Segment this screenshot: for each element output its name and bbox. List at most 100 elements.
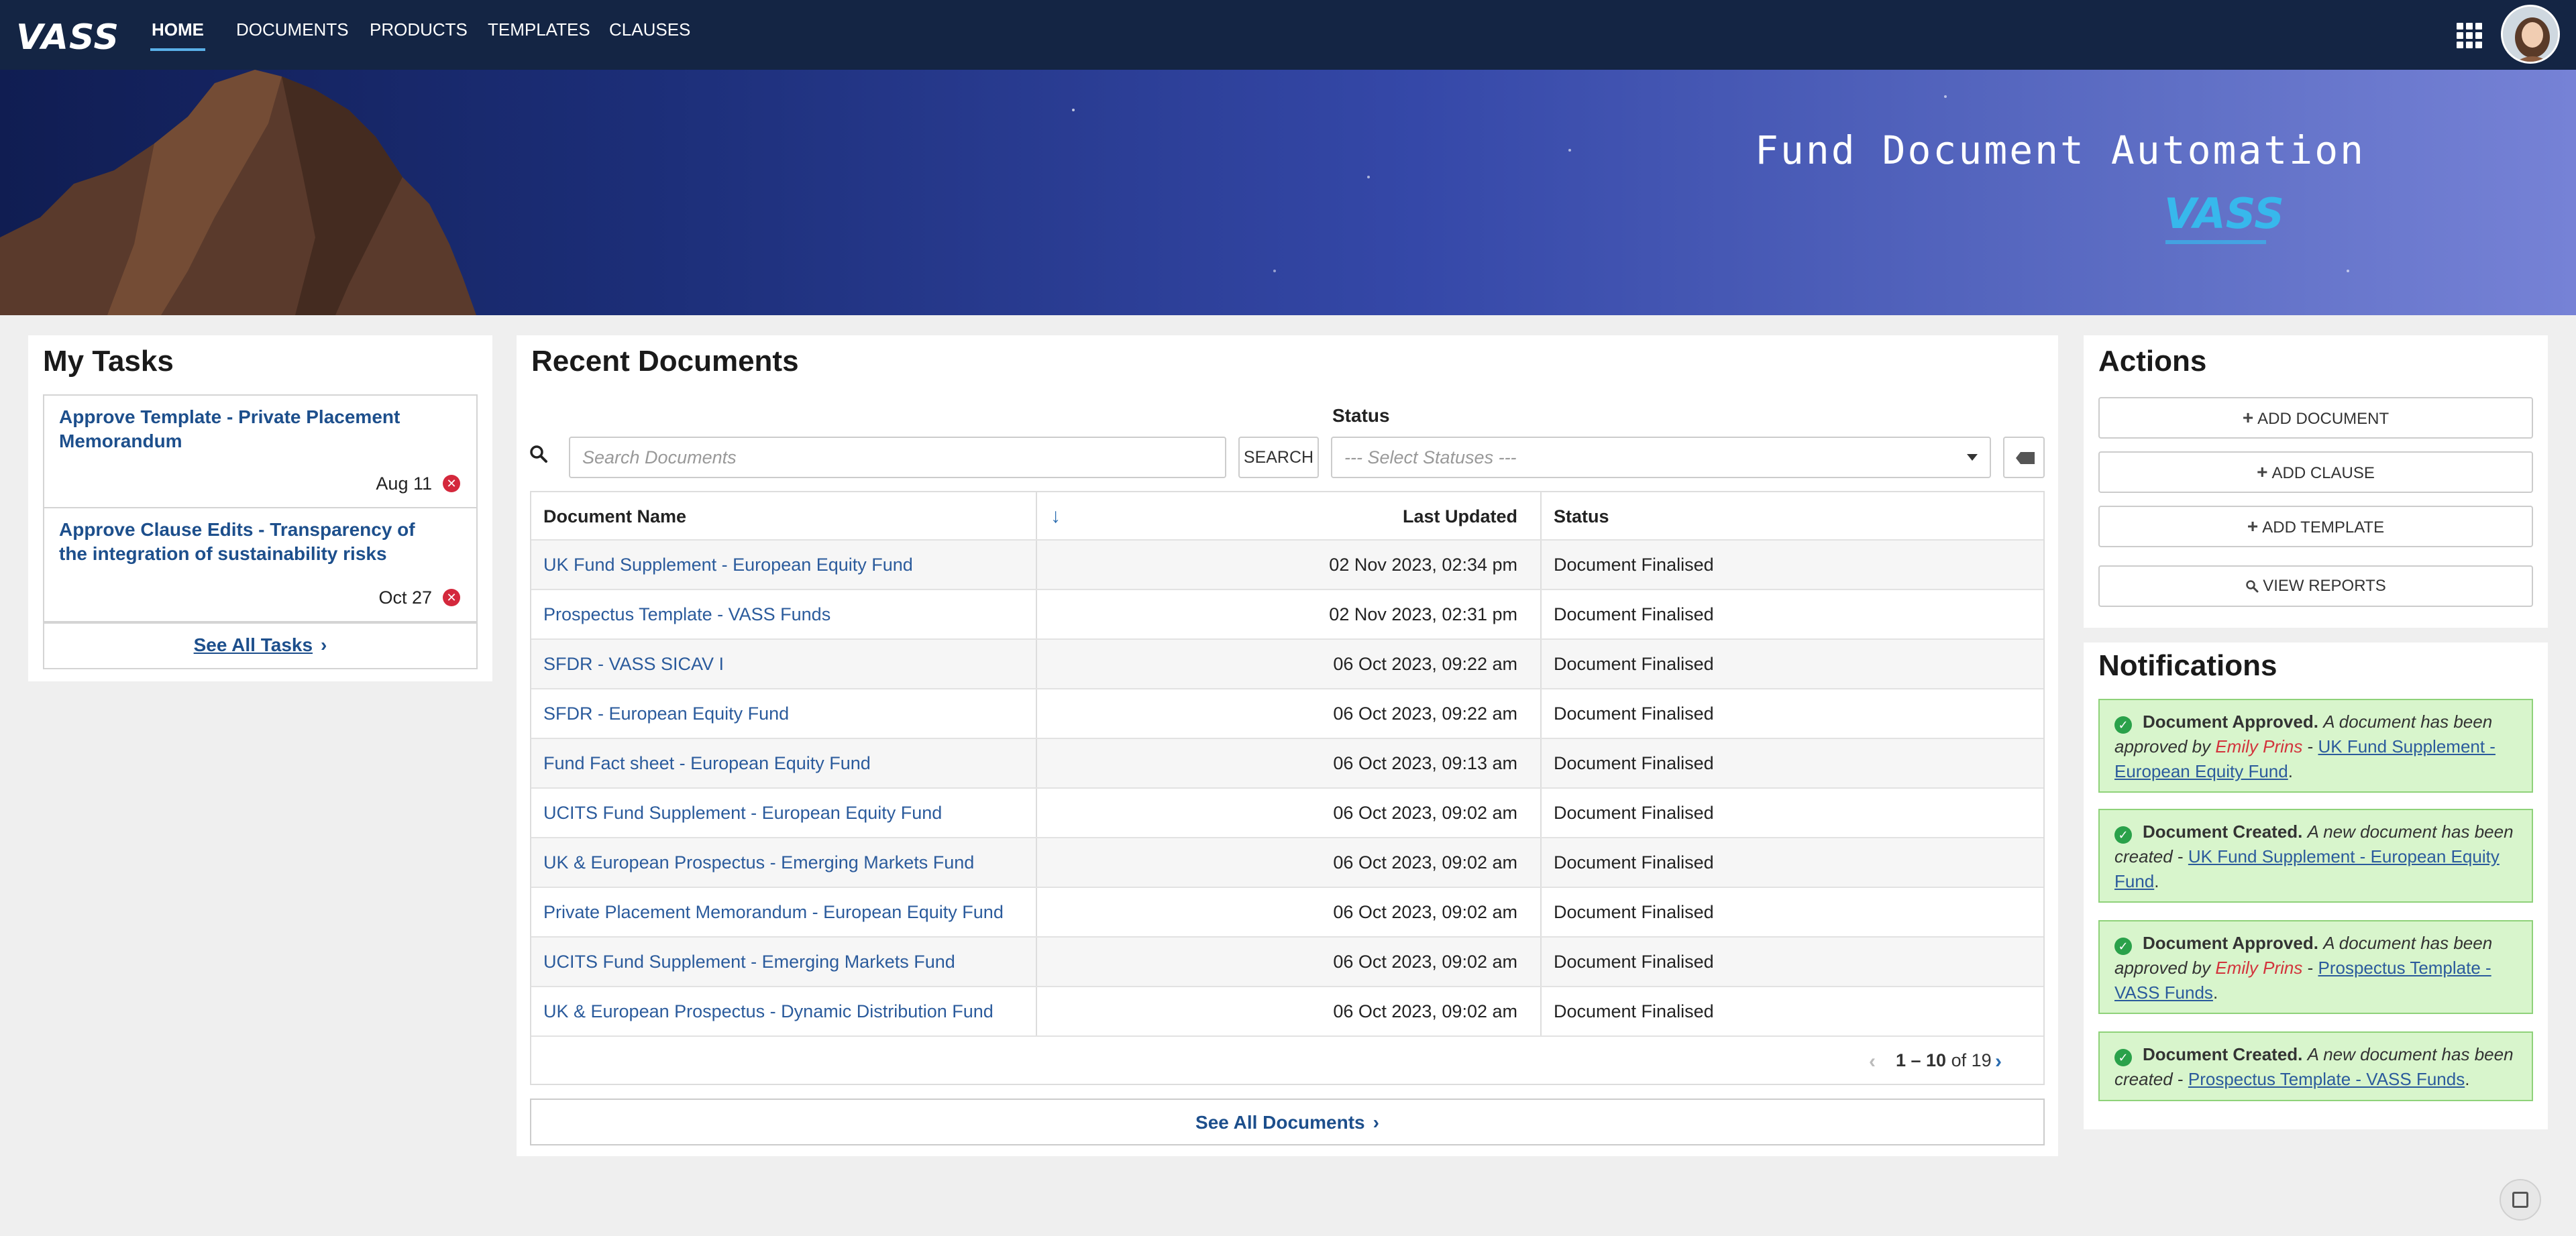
banner-title: Fund Document Automation [1755,127,2366,173]
search-icon [530,445,547,463]
document-link[interactable]: UK Fund Supplement - European Equity Fun… [543,555,913,575]
search-documents-input[interactable] [569,437,1226,478]
notification-document-link[interactable]: Prospectus Template - VASS Funds [2188,1069,2465,1089]
nav-clauses[interactable]: CLAUSES [609,19,690,40]
notification-document-link[interactable]: UK Fund Supplement - European Equity Fun… [2114,846,2500,891]
notification-heading: Document Approved. [2143,712,2318,732]
table-row[interactable]: Private Placement Memorandum - European … [531,888,2043,938]
column-header-status[interactable]: Status [1540,492,2045,539]
notification-heading: Document Created. [2143,1044,2303,1064]
page-total: 19 [1971,1050,1992,1070]
column-header-document-name[interactable]: Document Name [543,492,1026,539]
status-cell: Document Finalised [1540,838,2045,887]
last-updated-cell: 06 Oct 2023, 09:02 am [1036,838,1529,887]
user-avatar[interactable] [2501,5,2560,64]
nav-home[interactable]: HOME [152,19,204,40]
status-cell: Document Finalised [1540,541,2045,589]
table-row[interactable]: UK & European Prospectus - Dynamic Distr… [531,987,2043,1037]
see-all-documents-button[interactable]: See All Documents › [530,1099,2045,1145]
add-template-button[interactable]: + ADD TEMPLATE [2098,506,2533,547]
document-link[interactable]: SFDR - European Equity Fund [543,704,789,724]
cursor-select-icon [2512,1192,2528,1208]
table-row[interactable]: UCITS Fund Supplement - European Equity … [531,789,2043,838]
pagination-summary: 1 – 10 of 19 [1896,1050,1992,1071]
status-cell: Document Finalised [1540,938,2045,986]
notification-item: ✓ Document Approved. A document has been … [2098,920,2533,1014]
document-link[interactable]: UK & European Prospectus - Dynamic Distr… [543,1001,994,1021]
status-filter-placeholder: --- Select Statuses --- [1344,447,1517,467]
last-updated-cell: 06 Oct 2023, 09:22 am [1036,689,1529,738]
status-filter-label: Status [1332,405,1390,426]
check-circle-icon: ✓ [2114,826,2132,844]
banner-logo-tagline [2165,240,2266,244]
see-all-documents-label[interactable]: See All Documents [1195,1112,1365,1133]
nav-templates[interactable]: TEMPLATES [488,19,590,40]
task-date: Aug 11 [376,473,432,494]
recent-documents-title: Recent Documents [531,345,799,378]
nav-documents[interactable]: DOCUMENTS [236,19,349,40]
table-row[interactable]: Prospectus Template - VASS Funds 02 Nov … [531,590,2043,640]
document-link[interactable]: Private Placement Memorandum - European … [543,902,1004,922]
apps-grid-icon[interactable] [2457,23,2482,48]
see-all-tasks-label[interactable]: See All Tasks [194,634,313,655]
notification-separator: - [2307,958,2314,978]
status-cell: Document Finalised [1540,789,2045,837]
column-header-last-updated[interactable]: Last Updated [1036,492,1529,539]
table-row[interactable]: SFDR - VASS SICAV I 06 Oct 2023, 09:22 a… [531,640,2043,689]
chevron-right-icon: › [1373,1112,1379,1133]
nav-products[interactable]: PRODUCTS [370,19,468,40]
chevron-right-icon: › [321,634,327,655]
search-icon [2246,580,2259,593]
status-cell: Document Finalised [1540,987,2045,1035]
add-template-label: ADD TEMPLATE [2262,518,2385,537]
view-reports-label: VIEW REPORTS [2263,577,2386,595]
table-row[interactable]: SFDR - European Equity Fund 06 Oct 2023,… [531,689,2043,739]
task-item[interactable]: Approve Clause Edits - Transparency of t… [43,507,478,622]
vass-logo[interactable]: VASS [16,17,119,58]
add-document-label: ADD DOCUMENT [2257,410,2390,428]
status-cell: Document Finalised [1540,689,2045,738]
document-link[interactable]: UCITS Fund Supplement - European Equity … [543,803,942,823]
actions-title: Actions [2098,345,2207,378]
clear-filter-button[interactable] [2003,437,2045,478]
table-row[interactable]: UCITS Fund Supplement - Emerging Markets… [531,938,2043,987]
notification-user[interactable]: Emily Prins [2215,736,2302,756]
banner-vass-logo: VASS [2164,189,2284,238]
table-row[interactable]: UK Fund Supplement - European Equity Fun… [531,541,2043,590]
documents-table: Document Name ↓ Last Updated Status UK F… [530,491,2045,1085]
document-link[interactable]: UK & European Prospectus - Emerging Mark… [543,852,974,873]
status-filter-select[interactable]: --- Select Statuses --- [1331,437,1991,478]
notification-user[interactable]: Emily Prins [2215,958,2302,978]
last-updated-cell: 02 Nov 2023, 02:34 pm [1036,541,1529,589]
table-row[interactable]: UK & European Prospectus - Emerging Mark… [531,838,2043,888]
table-header-row: Document Name ↓ Last Updated Status [531,492,2043,541]
page-of-label: of [1951,1050,1967,1070]
document-link[interactable]: SFDR - VASS SICAV I [543,654,724,674]
check-circle-icon: ✓ [2114,716,2132,734]
close-icon[interactable]: ✕ [443,589,460,606]
notification-separator: - [2177,1069,2184,1089]
plus-icon: + [2257,461,2268,482]
floating-select-button[interactable] [2500,1179,2541,1221]
chevron-right-icon[interactable]: › [1995,1050,2002,1073]
search-button[interactable]: SEARCH [1238,437,1319,478]
notification-item: ✓ Document Created. A new document has be… [2098,809,2533,903]
see-all-tasks-row[interactable]: See All Tasks › [43,622,478,669]
see-all-tasks-link[interactable]: See All Tasks › [44,634,476,656]
chevron-left-icon[interactable]: ‹ [1869,1050,1876,1073]
close-icon[interactable]: ✕ [443,475,460,492]
task-title[interactable]: Approve Template - Private Placement Mem… [59,405,435,453]
document-link[interactable]: Fund Fact sheet - European Equity Fund [543,753,871,773]
add-clause-button[interactable]: + ADD CLAUSE [2098,451,2533,493]
document-link[interactable]: Prospectus Template - VASS Funds [543,604,830,624]
task-item[interactable]: Approve Template - Private Placement Mem… [43,394,478,508]
table-row[interactable]: Fund Fact sheet - European Equity Fund 0… [531,739,2043,789]
my-tasks-title: My Tasks [43,345,174,378]
document-link[interactable]: UCITS Fund Supplement - Emerging Markets… [543,952,955,972]
view-reports-button[interactable]: VIEW REPORTS [2098,565,2533,607]
notification-heading: Document Created. [2143,822,2303,842]
last-updated-cell: 06 Oct 2023, 09:22 am [1036,640,1529,688]
task-date: Oct 27 [378,587,432,608]
add-document-button[interactable]: + ADD DOCUMENT [2098,397,2533,439]
task-title[interactable]: Approve Clause Edits - Transparency of t… [59,518,435,566]
